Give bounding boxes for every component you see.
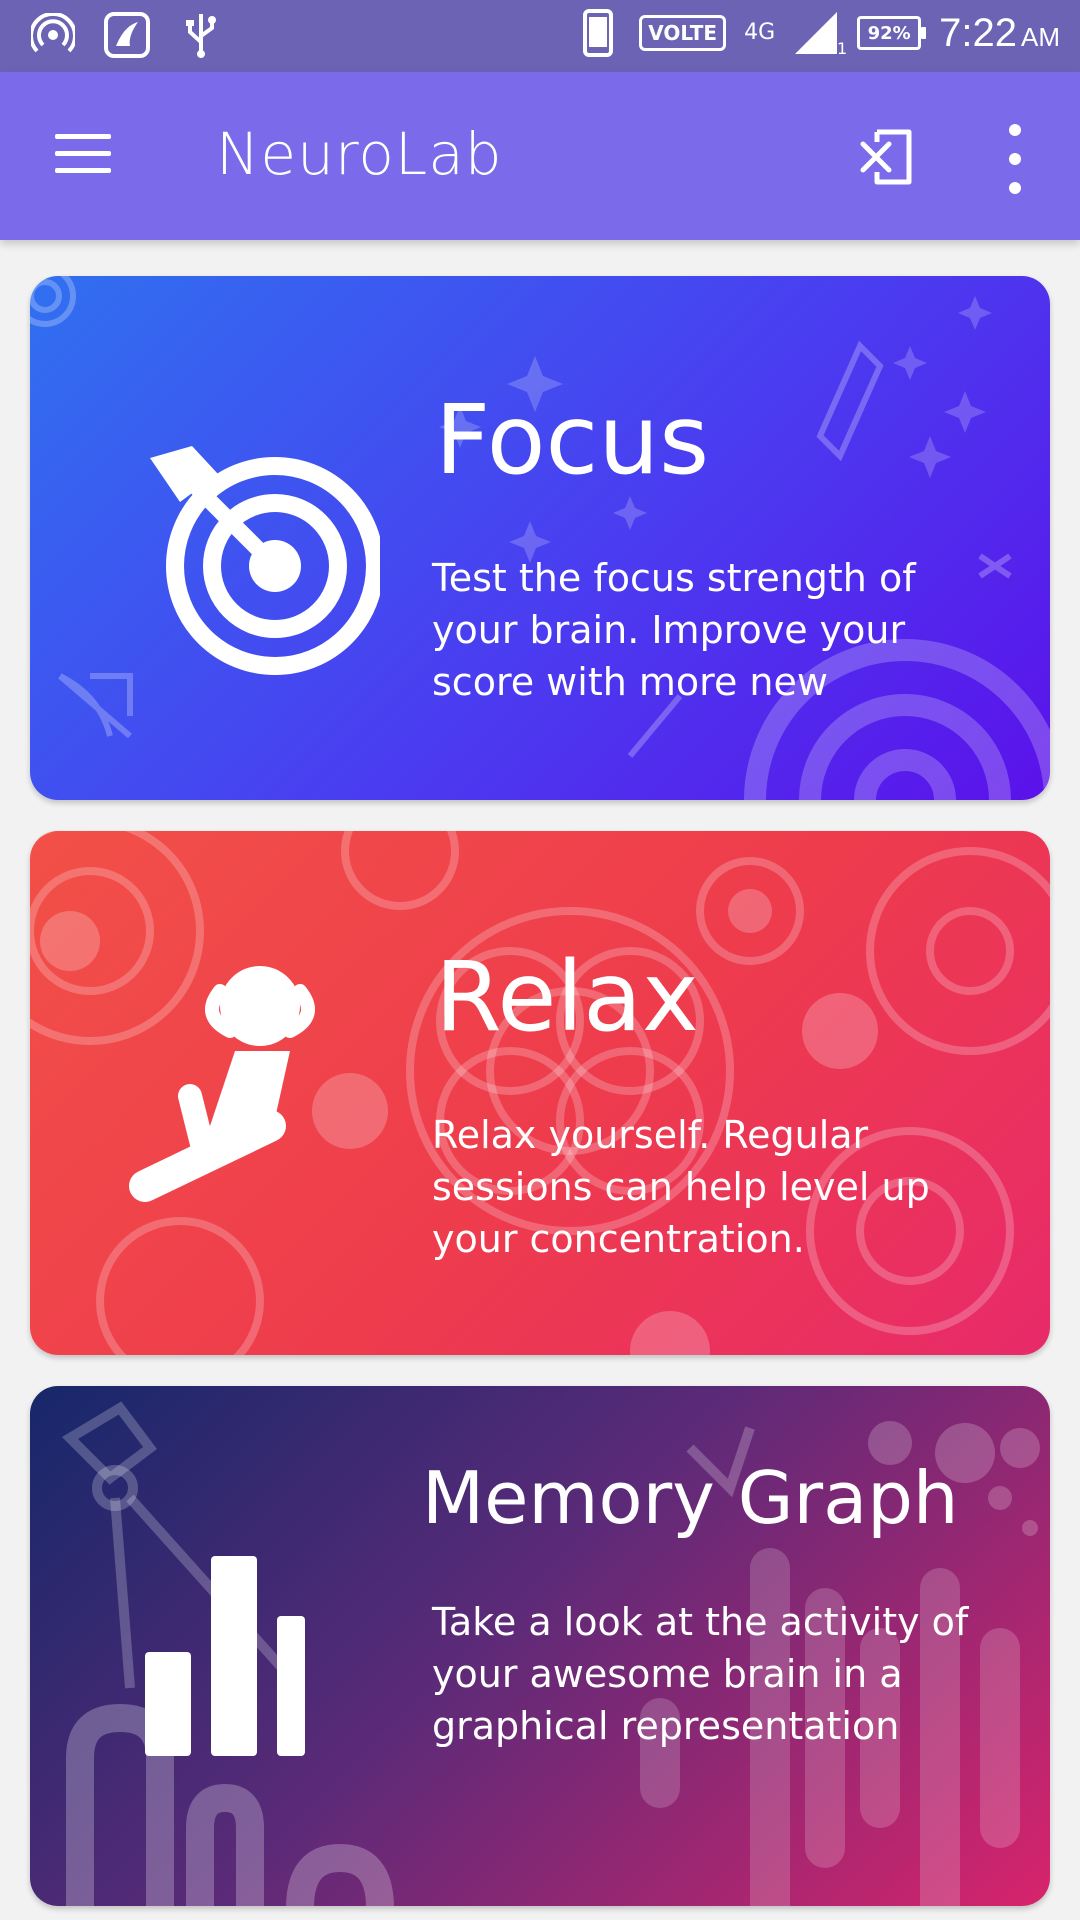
battery-level: 92% bbox=[867, 22, 911, 44]
volte-badge: VOLTE bbox=[639, 15, 727, 51]
app-title: NeuroLab bbox=[216, 120, 503, 188]
focus-card[interactable]: Focus Test the focus strength of your br… bbox=[30, 276, 1050, 800]
more-vert-icon[interactable] bbox=[995, 124, 1035, 194]
relax-title: Relax bbox=[435, 941, 699, 1053]
focus-description: Test the focus strength of your brain. I… bbox=[432, 556, 916, 704]
usb-icon bbox=[178, 10, 224, 60]
memory-graph-card[interactable]: Memory Graph Take a look at the activity… bbox=[30, 1386, 1050, 1906]
memory-graph-title: Memory Graph bbox=[422, 1456, 959, 1540]
signal-icon: 1 bbox=[793, 8, 847, 58]
relax-card[interactable]: Relax Relax yourself. Regular sessions c… bbox=[30, 831, 1050, 1355]
hotspot-icon bbox=[30, 10, 76, 60]
menu-icon[interactable] bbox=[55, 134, 111, 178]
relax-description: Relax yourself. Regular sessions can hel… bbox=[432, 1113, 930, 1261]
exit-icon[interactable] bbox=[855, 120, 925, 190]
bar-chart-icon bbox=[145, 1556, 305, 1760]
focus-title: Focus bbox=[435, 384, 710, 496]
network-type: 4G bbox=[744, 20, 776, 45]
clock-time: 7:22 bbox=[939, 10, 1017, 55]
relaxing-person-icon bbox=[120, 956, 390, 1230]
clock: 7:22 AM bbox=[939, 11, 1060, 56]
memory-graph-description: Take a look at the activity of your awes… bbox=[432, 1600, 969, 1748]
phone-icon bbox=[575, 8, 621, 58]
saavn-app-icon bbox=[104, 10, 150, 60]
clock-ampm: AM bbox=[1021, 21, 1060, 52]
battery-icon: 92% bbox=[857, 16, 927, 50]
app-bar: NeuroLab bbox=[0, 72, 1080, 240]
target-icon bbox=[120, 416, 384, 680]
sim-slot-label: 1 bbox=[836, 39, 848, 58]
status-bar: VOLTE 4G 1 92% 7:22 AM bbox=[0, 0, 1080, 72]
